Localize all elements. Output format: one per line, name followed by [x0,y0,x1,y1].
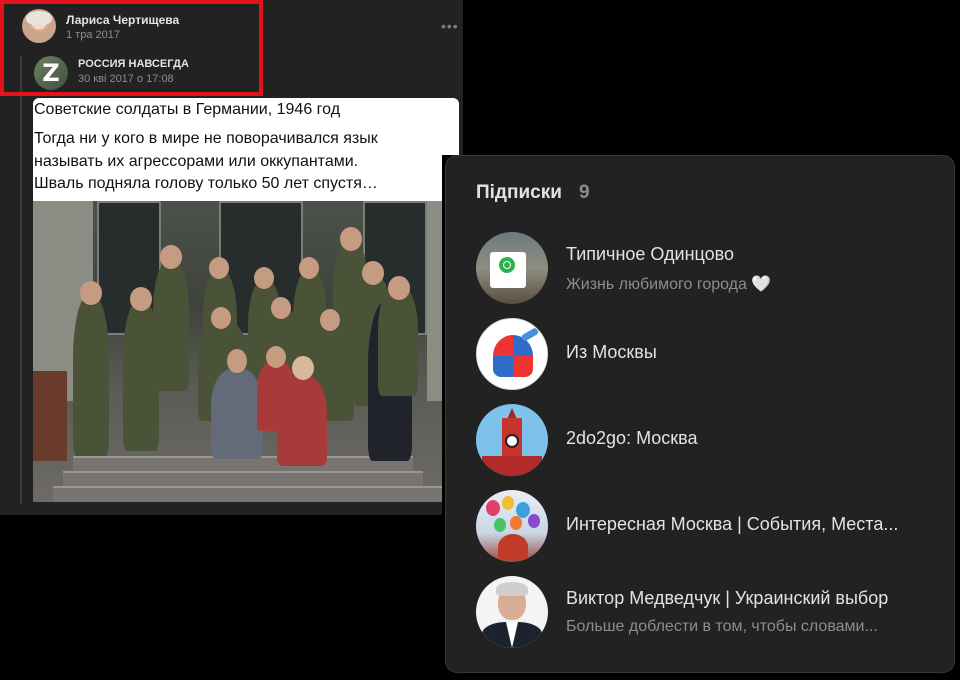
photo-head [266,346,286,368]
subscriptions-panel: Підписки 9 Типичное Одинцово Жизнь любим… [442,155,960,680]
more-horizontal-icon[interactable]: ••• [441,18,459,34]
subscription-avatar[interactable] [476,318,548,390]
clock-face [505,434,519,448]
subscription-name[interactable]: 2do2go: Москва [566,428,938,449]
subscription-name[interactable]: Из Москвы [566,342,938,363]
subscriptions-card: Підписки 9 Типичное Одинцово Жизнь любим… [445,155,955,673]
balloon-icon [502,496,514,510]
photo-figure [378,286,418,396]
plane-icon [520,326,540,343]
photo-head [209,257,229,279]
balloon-icon [510,516,522,530]
kremlin-wall [482,456,542,476]
photo-step [53,486,443,502]
subscription-item[interactable]: Типичное Одинцово Жизнь любимого города … [476,232,946,304]
photo-head [211,307,231,329]
photo-head [271,297,291,319]
photo-head [160,245,182,269]
balloon-icon [494,518,506,532]
balloon-icon [486,500,500,516]
odintsovo-dot [504,262,510,268]
author-name[interactable]: Лариса Чертищева [66,13,179,27]
subscription-avatar[interactable] [476,576,548,648]
photo-figure [153,261,189,391]
photo-head [80,281,102,305]
photo-head [320,309,340,331]
photo-figure [211,369,263,459]
photo-figure [73,296,109,456]
subscription-avatar[interactable] [476,404,548,476]
subscription-name[interactable]: Виктор Медведчук | Украинский выбор [566,588,938,609]
photo-figure [277,376,327,466]
subscription-avatar[interactable] [476,232,548,304]
post-text: Тогда ни у кого в мире не поворачивался … [34,130,378,192]
photo-head [299,257,319,279]
photo-head [227,349,247,373]
post-photo[interactable] [33,201,459,502]
author-avatar[interactable] [22,9,56,43]
photo-head [388,276,410,300]
photo-head [130,287,152,311]
subscription-description: Больше доблести в том, чтобы словами... [566,618,878,635]
subscription-description: Жизнь любимого города 🤍 [566,276,772,293]
subscriptions-title[interactable]: Підписки [476,182,562,204]
subscription-item[interactable]: Виктор Медведчук | Украинский выбор Боль… [476,576,946,648]
photo-step [63,471,423,487]
kremlin-dome-icon [493,335,533,377]
subscription-name[interactable]: Интересная Москва | События, Места... [566,514,938,535]
photo-brick-wall [33,371,67,461]
post-date[interactable]: 1 тра 2017 [66,29,120,41]
subscription-item[interactable]: 2do2go: Москва [476,404,946,476]
post-title: Советские солдаты в Германии, 1946 год [34,101,341,118]
subscriptions-count: 9 [579,182,590,203]
photo-head [362,261,384,285]
post-content-card: Советские солдаты в Германии, 1946 год Т… [33,98,459,502]
subscription-avatar[interactable] [476,490,548,562]
repost-date[interactable]: 30 кві 2017 о 17:08 [78,73,174,85]
repost-avatar[interactable]: Z [34,56,68,90]
repost-divider [20,56,22,504]
subscription-item[interactable]: Интересная Москва | События, Места... [476,490,946,562]
subscription-item[interactable]: Из Москвы [476,318,946,390]
subscription-name[interactable]: Типичное Одинцово [566,244,938,265]
balloon-icon [528,514,540,528]
photo-head [292,356,314,380]
wall-post: Лариса Чертищева 1 тра 2017 ••• Z РОССИЯ… [0,0,463,515]
portrait-hair [496,582,528,596]
repost-source-name[interactable]: РОССИЯ НАВСЕГДА [78,58,189,70]
photo-head [254,267,274,289]
cathedral-icon [498,534,528,560]
photo-head [340,227,362,251]
